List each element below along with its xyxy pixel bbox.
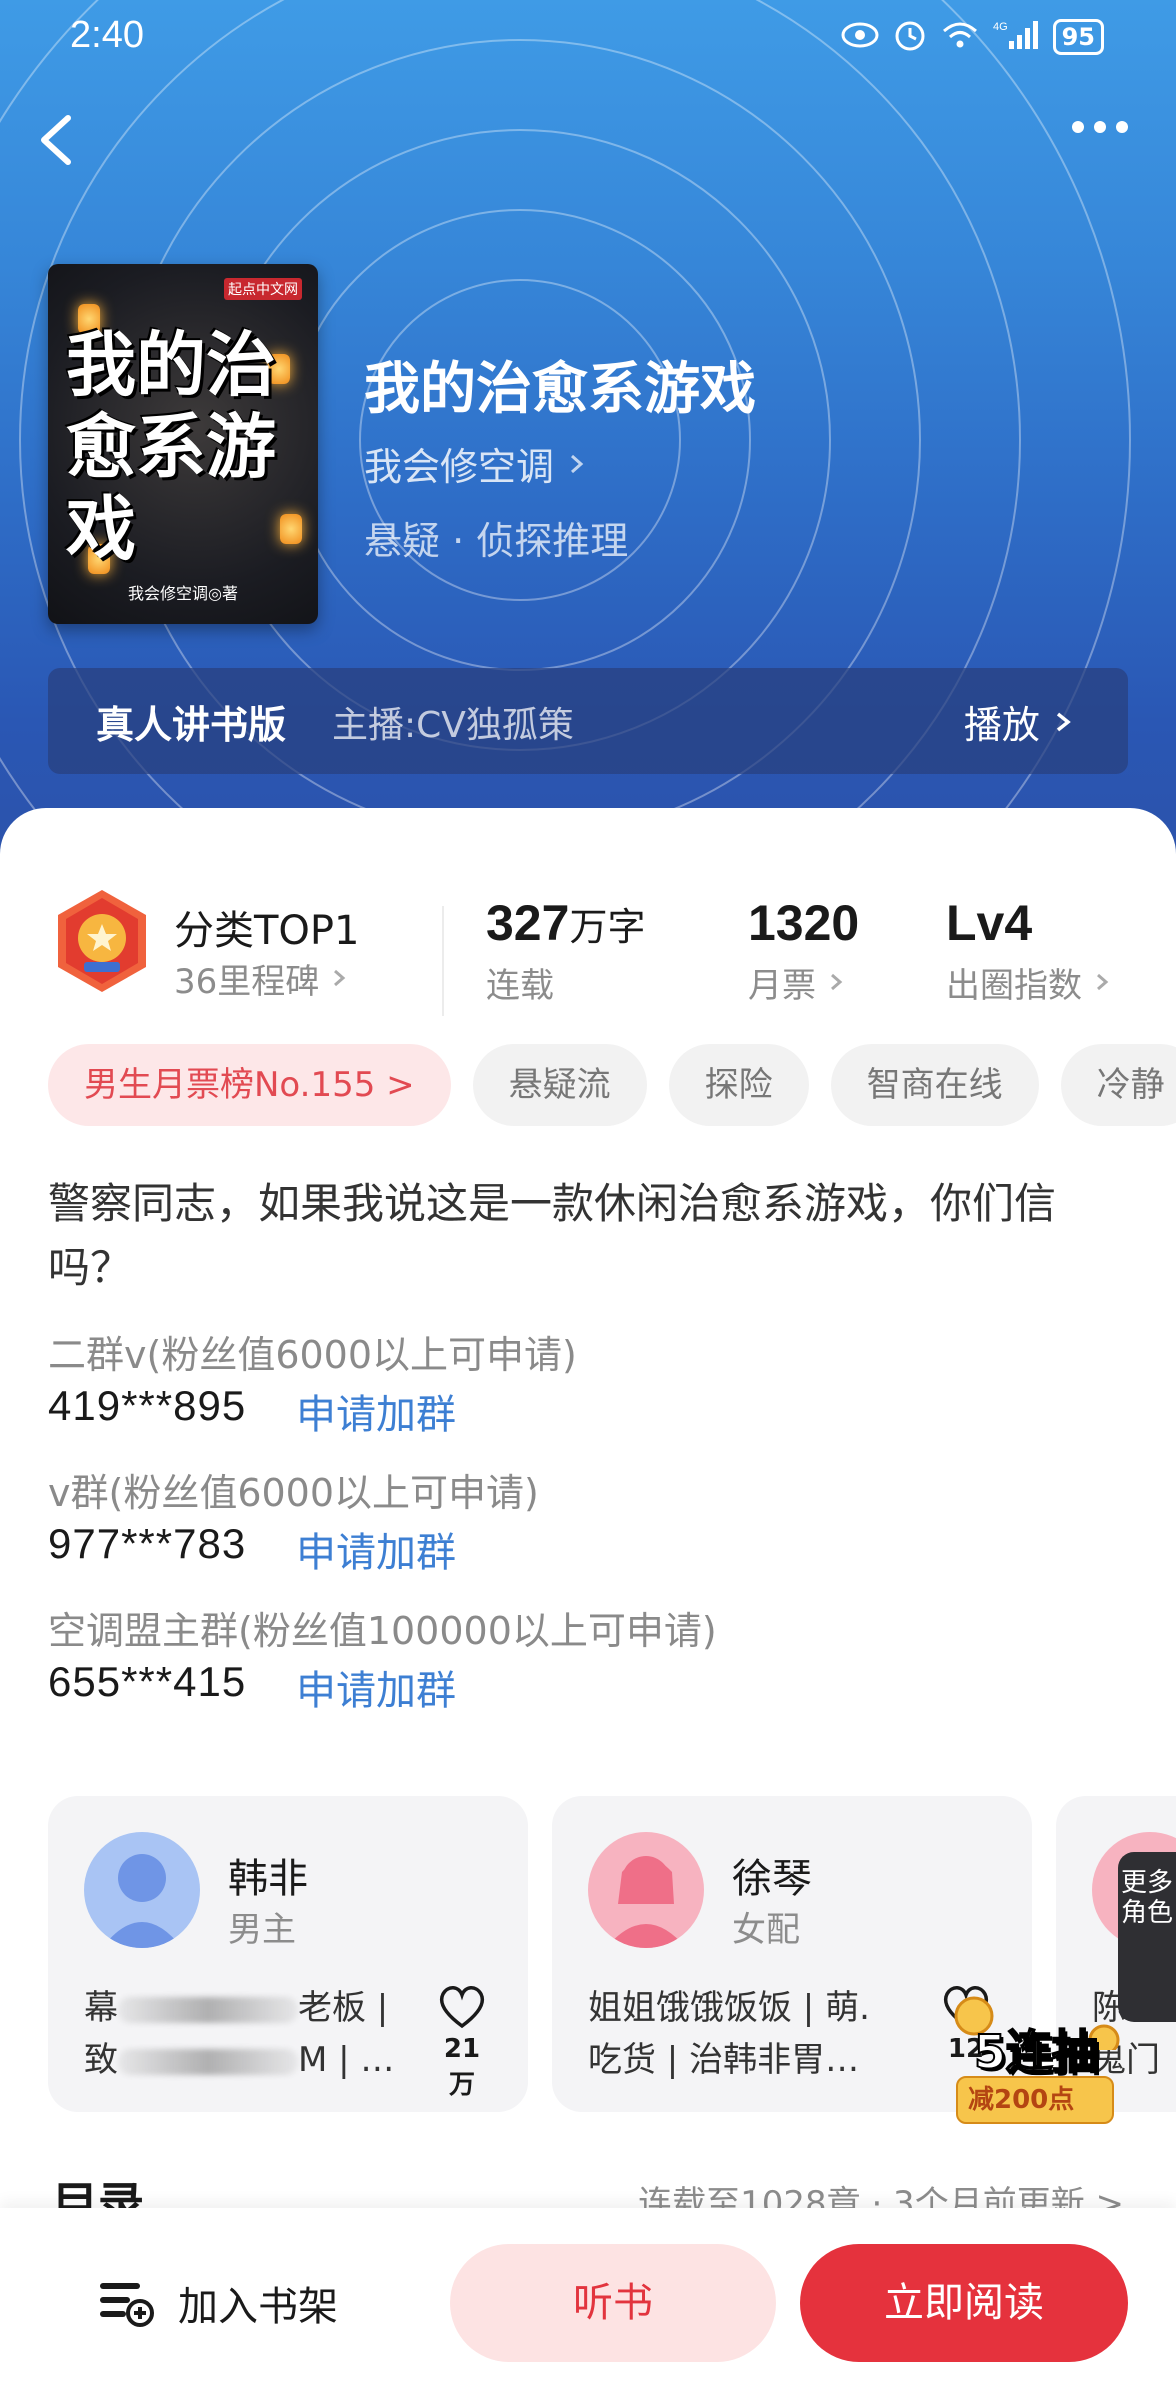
character-name: 韩非	[228, 1856, 308, 1902]
book-cover[interactable]: 起点中文网 我的治愈系游戏 我会修空调◎著	[48, 264, 318, 624]
author-link[interactable]: 我会修空调	[364, 436, 588, 491]
group-number: 655***415	[48, 1658, 247, 1705]
character-name: 徐琴	[732, 1856, 812, 1902]
tag-row: 男生月票榜No.155 > 悬疑流 探险 智商在线 冷静	[48, 1044, 1176, 1126]
join-group-link[interactable]: 申请加群	[296, 1382, 456, 1440]
chevron-right-icon	[566, 445, 588, 489]
desc-text: 致	[84, 2040, 118, 2080]
circle-index-value: Lv4	[946, 895, 1033, 951]
join-group-link[interactable]: 申请加群	[296, 1520, 456, 1578]
signal-icon: 4G	[993, 19, 1039, 55]
tag-calm[interactable]: 冷静	[1060, 1044, 1176, 1126]
author-name: 我会修空调	[364, 445, 555, 489]
group-label: 空调盟主群(粉丝值100000以上可申请)	[48, 1609, 717, 1653]
avatar	[588, 1832, 704, 1948]
bottom-action-bar: 加入书架 听书 立即阅读	[0, 2208, 1176, 2400]
tag-ranking[interactable]: 男生月票榜No.155 >	[48, 1044, 451, 1126]
word-count-stat: 327万字 连载	[486, 894, 645, 1007]
chevron-right-icon	[334, 969, 346, 987]
desc-text: 姐姐饿饿饭饭 | 萌.	[588, 1988, 870, 2028]
read-now-button[interactable]: 立即阅读	[800, 2244, 1128, 2362]
milestone-link[interactable]: 36里程碑	[174, 954, 350, 1003]
rank-medal-icon	[58, 890, 146, 992]
blurred-text	[118, 1996, 298, 2023]
tag-smart[interactable]: 智商在线	[830, 1044, 1039, 1126]
word-count-value: 327	[486, 895, 570, 951]
add-to-shelf-button[interactable]: 加入书架	[96, 2274, 338, 2332]
promo-title: 5连抽	[973, 2024, 1099, 2080]
character-role: 男主	[228, 1910, 296, 1950]
group-number: 419***895	[48, 1382, 247, 1429]
wifi-icon	[941, 20, 979, 54]
group-number: 977***783	[48, 1520, 247, 1567]
desc-text: 吃货 | 治韩非胃…	[588, 2040, 860, 2080]
publisher-logo: 起点中文网	[224, 278, 302, 300]
audio-host: 主播:CV独孤策	[332, 705, 574, 746]
play-button[interactable]: 播放	[964, 694, 1076, 749]
circle-index-stat[interactable]: Lv4 出圈指数	[946, 894, 1113, 1007]
desc-text: M | …	[298, 2040, 395, 2080]
word-count-unit: 万字	[569, 905, 646, 949]
character-description: 幕 老板 | 致 M | …	[84, 1982, 414, 2086]
stats-divider	[442, 906, 444, 1016]
cover-title-art: 我的治愈系游戏	[66, 323, 276, 570]
like-count: 21万	[443, 2034, 481, 2100]
more-menu-button[interactable]	[1072, 118, 1148, 158]
desc-text: 老板 |	[298, 1988, 389, 2028]
circle-index-label: 出圈指数	[946, 966, 1082, 1006]
eye-icon	[841, 20, 879, 54]
desc-text: 幕	[84, 1988, 118, 2028]
milestone-label: 36里程碑	[174, 962, 320, 1002]
add-bookshelf-icon	[100, 2283, 154, 2327]
status-time: 2:40	[70, 14, 144, 56]
heart-icon	[439, 1986, 485, 2029]
play-label: 播放	[963, 703, 1040, 747]
tag-suspense[interactable]: 悬疑流	[472, 1044, 647, 1126]
alarm-icon	[893, 18, 927, 56]
book-title: 我的治愈系游戏	[364, 356, 756, 422]
cover-author: 我会修空调◎著	[128, 584, 238, 603]
tag-adventure[interactable]: 探险	[668, 1044, 809, 1126]
more-dots-icon	[1072, 118, 1138, 137]
audio-book-bar[interactable]: 真人讲书版 主播:CV独孤策 播放	[48, 668, 1128, 774]
chevron-right-icon	[1056, 712, 1071, 732]
promo-discount: 减200点	[956, 2076, 1114, 2124]
audio-label: 真人讲书版	[96, 703, 287, 747]
back-button[interactable]	[24, 104, 88, 174]
chevron-right-icon	[830, 973, 843, 991]
rank-title[interactable]: 分类TOP1	[174, 898, 360, 956]
status-icons: 4G 95	[841, 18, 1104, 56]
battery-icon: 95	[1052, 19, 1104, 55]
avatar	[84, 1832, 200, 1948]
character-description: 姐姐饿饿饭饭 | 萌. 吃货 | 治韩非胃…	[588, 1982, 918, 2086]
lottery-promo-badge[interactable]: 5连抽 减200点	[944, 1990, 1130, 2130]
book-intro[interactable]: 警察同志，如果我说这是一款休闲治愈系游戏，你们信吗？	[48, 1172, 1128, 1300]
character-card[interactable]: 韩非 男主 幕 老板 | 致 M | … 21万	[48, 1796, 528, 2112]
serial-status: 连载	[486, 966, 554, 1006]
character-role: 女配	[732, 1910, 800, 1950]
monthly-ticket-stat[interactable]: 1320 月票	[748, 894, 859, 1007]
book-genre: 悬疑 · 侦探推理	[364, 519, 629, 563]
listen-button[interactable]: 听书	[450, 2244, 776, 2362]
blurred-text	[118, 2048, 298, 2075]
chevron-left-icon	[41, 115, 71, 165]
join-group-link[interactable]: 申请加群	[296, 1658, 456, 1716]
group-label: v群(粉丝值6000以上可申请)	[48, 1471, 539, 1515]
like-button[interactable]: 21万	[432, 1982, 492, 2101]
add-to-shelf-label: 加入书架	[178, 2284, 338, 2330]
monthly-ticket-value: 1320	[748, 895, 860, 951]
group-label: 二群v(粉丝值6000以上可申请)	[48, 1333, 577, 1377]
book-header: 2:40 4G 95 起点中文网 我的治愈系游戏 我会修空调◎著 我的治愈系游戏…	[0, 0, 1176, 880]
stats-row: 分类TOP1 36里程碑 327万字 连载 1320 月票 Lv4 出圈指数	[0, 848, 1176, 1016]
status-bar: 2:40 4G 95	[0, 0, 1176, 72]
network-label: 4G	[993, 21, 1008, 33]
monthly-ticket-label: 月票	[748, 966, 816, 1006]
chevron-right-icon	[1096, 973, 1109, 991]
